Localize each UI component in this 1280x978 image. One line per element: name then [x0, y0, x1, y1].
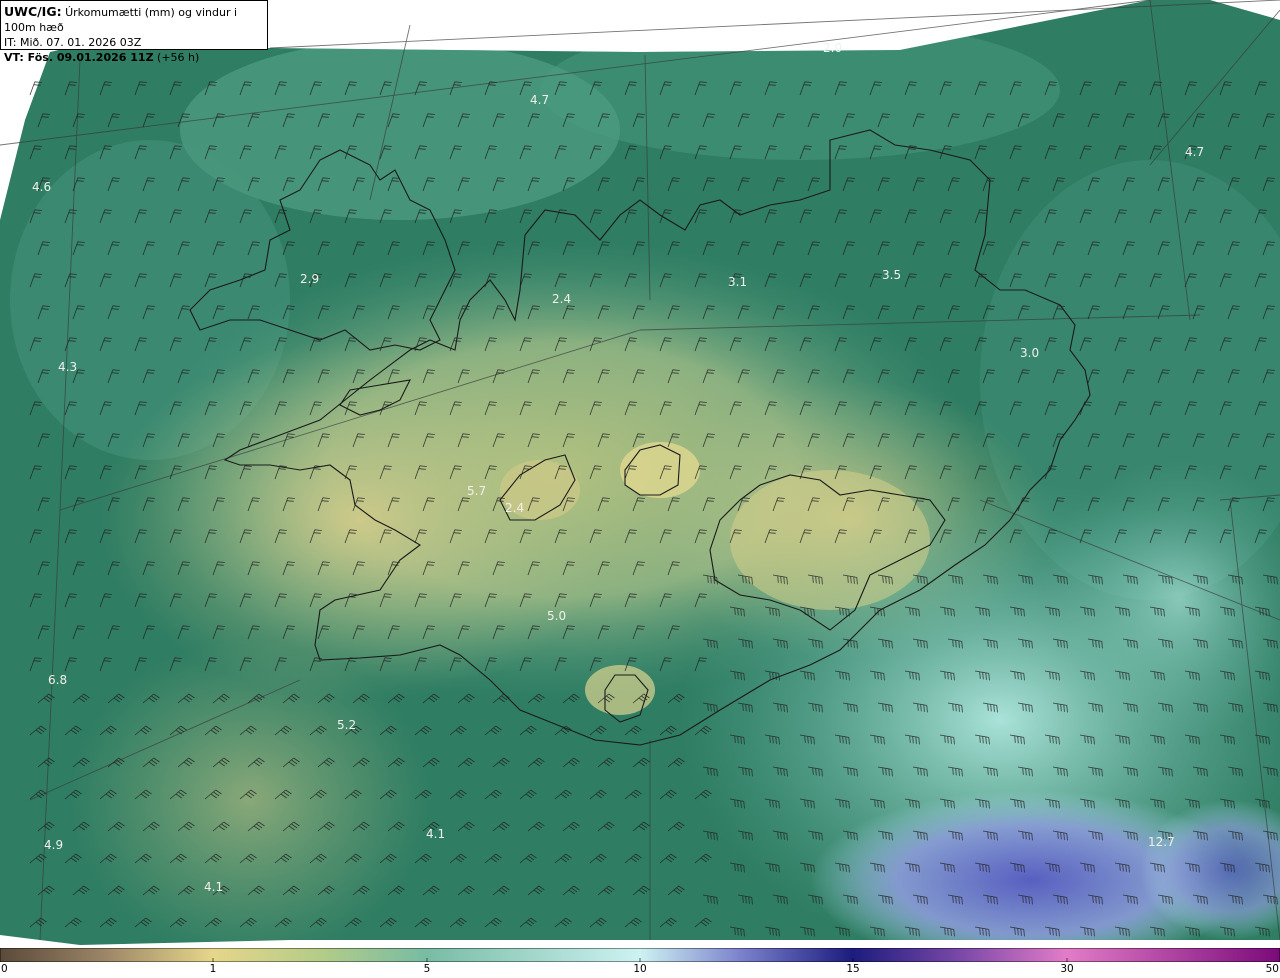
colorbar-tick: 10 [633, 963, 647, 975]
value-label: 4.1 [204, 880, 223, 894]
value-label: 6.8 [48, 673, 67, 687]
valid-time-label: VT: [4, 51, 24, 64]
initial-time: IT: Mið. 07. 01. 2026 03Z [4, 36, 142, 49]
value-label: 5.7 [467, 484, 486, 498]
value-label: 2.0 [823, 41, 842, 55]
value-label: 4.1 [426, 827, 445, 841]
valid-time: VT: Fös. 09.01.2026 11Z (+56 h) [4, 50, 263, 65]
colorbar-tick: 1 [209, 963, 217, 975]
colorbar-labels: 0 1 5 10 15 30 50 [0, 962, 1280, 978]
value-label: 4.9 [44, 838, 63, 852]
value-label: 3.1 [728, 275, 747, 289]
value-label: 12.7 [1148, 835, 1175, 849]
map-title: UWC/IG: Úrkomumætti (mm) og vindur i 100… [4, 4, 263, 35]
value-label: 2.4 [552, 292, 571, 306]
value-label: 2.4 [505, 501, 524, 515]
colorbar [0, 948, 1280, 962]
colorbar-tick: 50 [1265, 963, 1279, 975]
value-label: 2.9 [300, 272, 319, 286]
value-label: 4.7 [530, 93, 549, 107]
colorbar-tick: 15 [846, 963, 860, 975]
precipitation-wind-map: 4.7 2.0 4.7 4.6 2.9 3.1 3.5 2.4 4.3 3.0 … [0, 0, 1280, 948]
map-title-box: UWC/IG: Úrkomumætti (mm) og vindur i 100… [0, 0, 268, 64]
valid-time-value: Fös. 09.01.2026 11Z [23, 51, 154, 64]
value-label: 4.6 [32, 180, 51, 194]
colorbar-tick: 5 [423, 963, 431, 975]
forecast-lead-time: (+56 h) [153, 51, 200, 64]
value-label: 3.0 [1020, 346, 1039, 360]
colorbar-tick: 0 [1, 963, 8, 975]
colorbar-tick: 30 [1060, 963, 1074, 975]
value-label: 5.2 [337, 718, 356, 732]
model-label: UWC/IG: [4, 4, 62, 19]
value-label: 5.0 [547, 609, 566, 623]
value-label: 4.3 [58, 360, 77, 374]
value-label: 4.7 [1185, 145, 1204, 159]
value-label: 3.5 [882, 268, 901, 282]
